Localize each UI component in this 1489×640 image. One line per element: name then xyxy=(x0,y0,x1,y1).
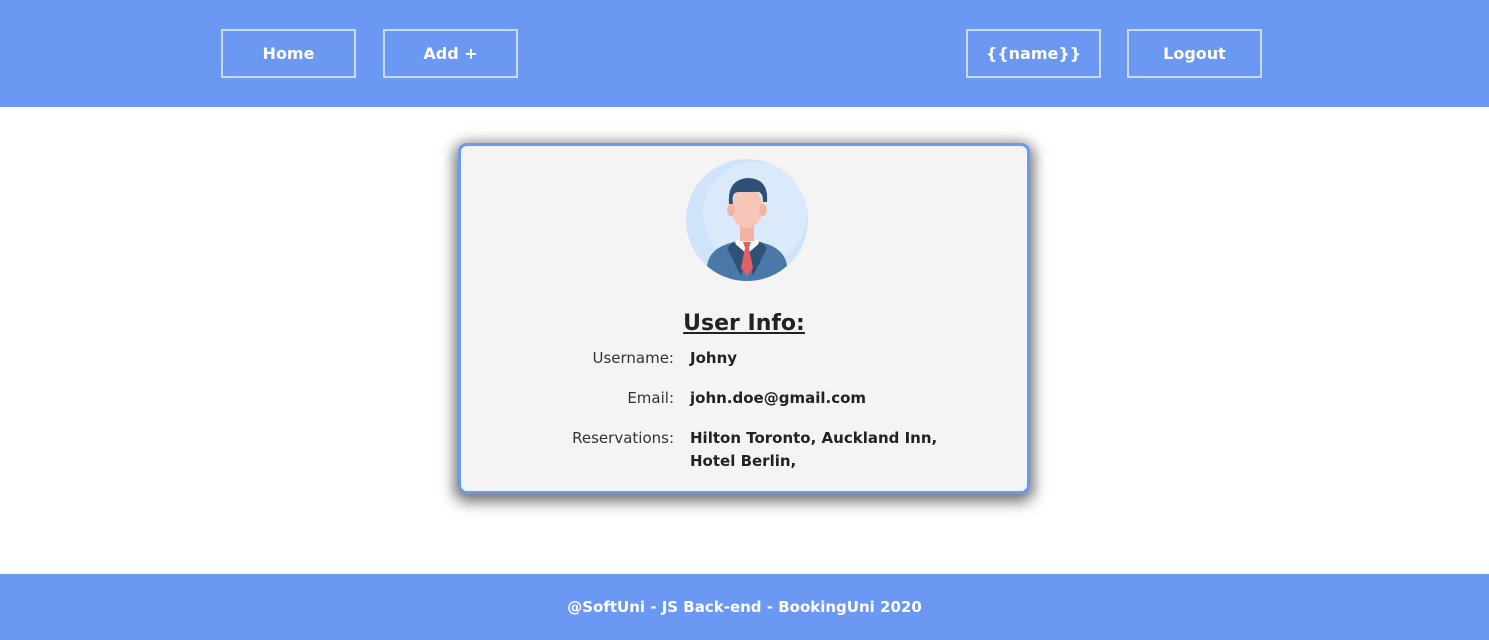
businessman-avatar-icon xyxy=(685,158,809,282)
email-value: john.doe@gmail.com xyxy=(690,389,867,407)
reservations-label: Reservations: xyxy=(572,429,674,447)
home-button[interactable]: Home xyxy=(221,29,356,78)
email-label: Email: xyxy=(627,389,674,407)
user-info-card: User Info: Username: Johny Email: john.d… xyxy=(458,143,1030,494)
logout-button[interactable]: Logout xyxy=(1127,29,1262,78)
username-value: Johny xyxy=(690,349,738,367)
username-label: Username: xyxy=(592,349,674,367)
user-info-title: User Info: xyxy=(683,311,805,336)
user-name-button[interactable]: {{name}} xyxy=(966,29,1101,78)
reservations-value: Hilton Toronto, Auckland Inn, Hotel Berl… xyxy=(690,429,938,470)
add-button[interactable]: Add + xyxy=(383,29,518,78)
page-footer: @SoftUni - JS Back-end - BookingUni 2020 xyxy=(0,574,1489,640)
footer-text: @SoftUni - JS Back-end - BookingUni 2020 xyxy=(567,598,922,616)
top-navigation-bar: Home Add + {{name}} Logout xyxy=(0,0,1489,107)
